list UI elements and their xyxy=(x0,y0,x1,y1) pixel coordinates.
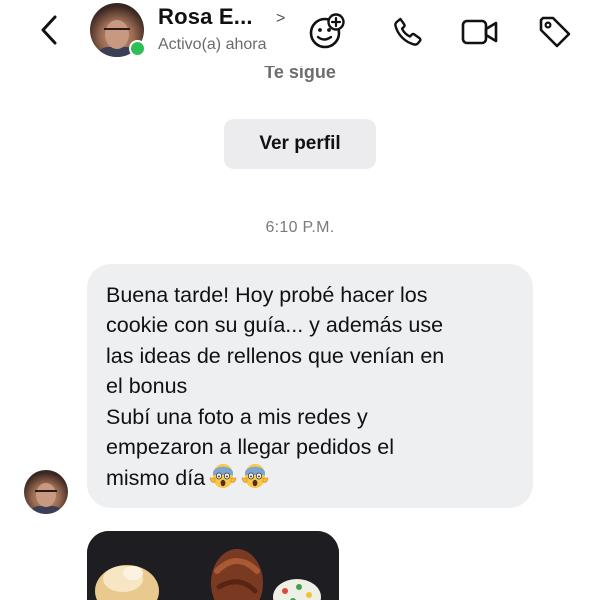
scream-emoji-icon xyxy=(241,462,269,498)
message-line: las ideas de rellenos que venían en xyxy=(106,343,445,368)
video-camera-icon[interactable] xyxy=(460,12,500,52)
message-line: el bonus xyxy=(106,374,188,399)
name-chevron-icon[interactable]: > xyxy=(276,10,285,28)
back-chevron-icon[interactable] xyxy=(34,12,64,48)
phone-icon[interactable] xyxy=(388,12,428,52)
message-line: Buena tarde! Hoy probé hacer los xyxy=(106,283,428,307)
online-status-dot xyxy=(129,40,146,57)
sender-avatar[interactable] xyxy=(24,470,68,514)
message-line: cookie con su guía... y además use xyxy=(106,313,444,338)
chat-screen: Rosa E... > Activo(a) ahora Te sigue Ver… xyxy=(0,0,600,600)
message-line: mismo día xyxy=(106,466,206,491)
shared-photo-message[interactable] xyxy=(87,531,339,600)
message-line-last: mismo día xyxy=(106,462,513,498)
contact-name[interactable]: Rosa E... xyxy=(158,4,253,30)
message-line: Subí una foto a mis redes y xyxy=(106,404,368,429)
message-timestamp: 6:10 P.M. xyxy=(265,219,335,236)
message-line: empezaron a llegar pedidos el xyxy=(106,435,395,460)
chat-header: Rosa E... > Activo(a) ahora xyxy=(0,0,600,66)
incoming-message-bubble[interactable]: Buena tarde! Hoy probé hacer los cookie … xyxy=(87,264,533,508)
sticker-add-icon[interactable] xyxy=(307,12,347,52)
active-status: Activo(a) ahora xyxy=(158,36,267,53)
tag-icon[interactable] xyxy=(535,12,575,52)
view-profile-button[interactable]: Ver perfil xyxy=(224,119,376,169)
cookie-photo-image xyxy=(87,531,339,600)
scream-emoji-icon xyxy=(209,462,237,498)
